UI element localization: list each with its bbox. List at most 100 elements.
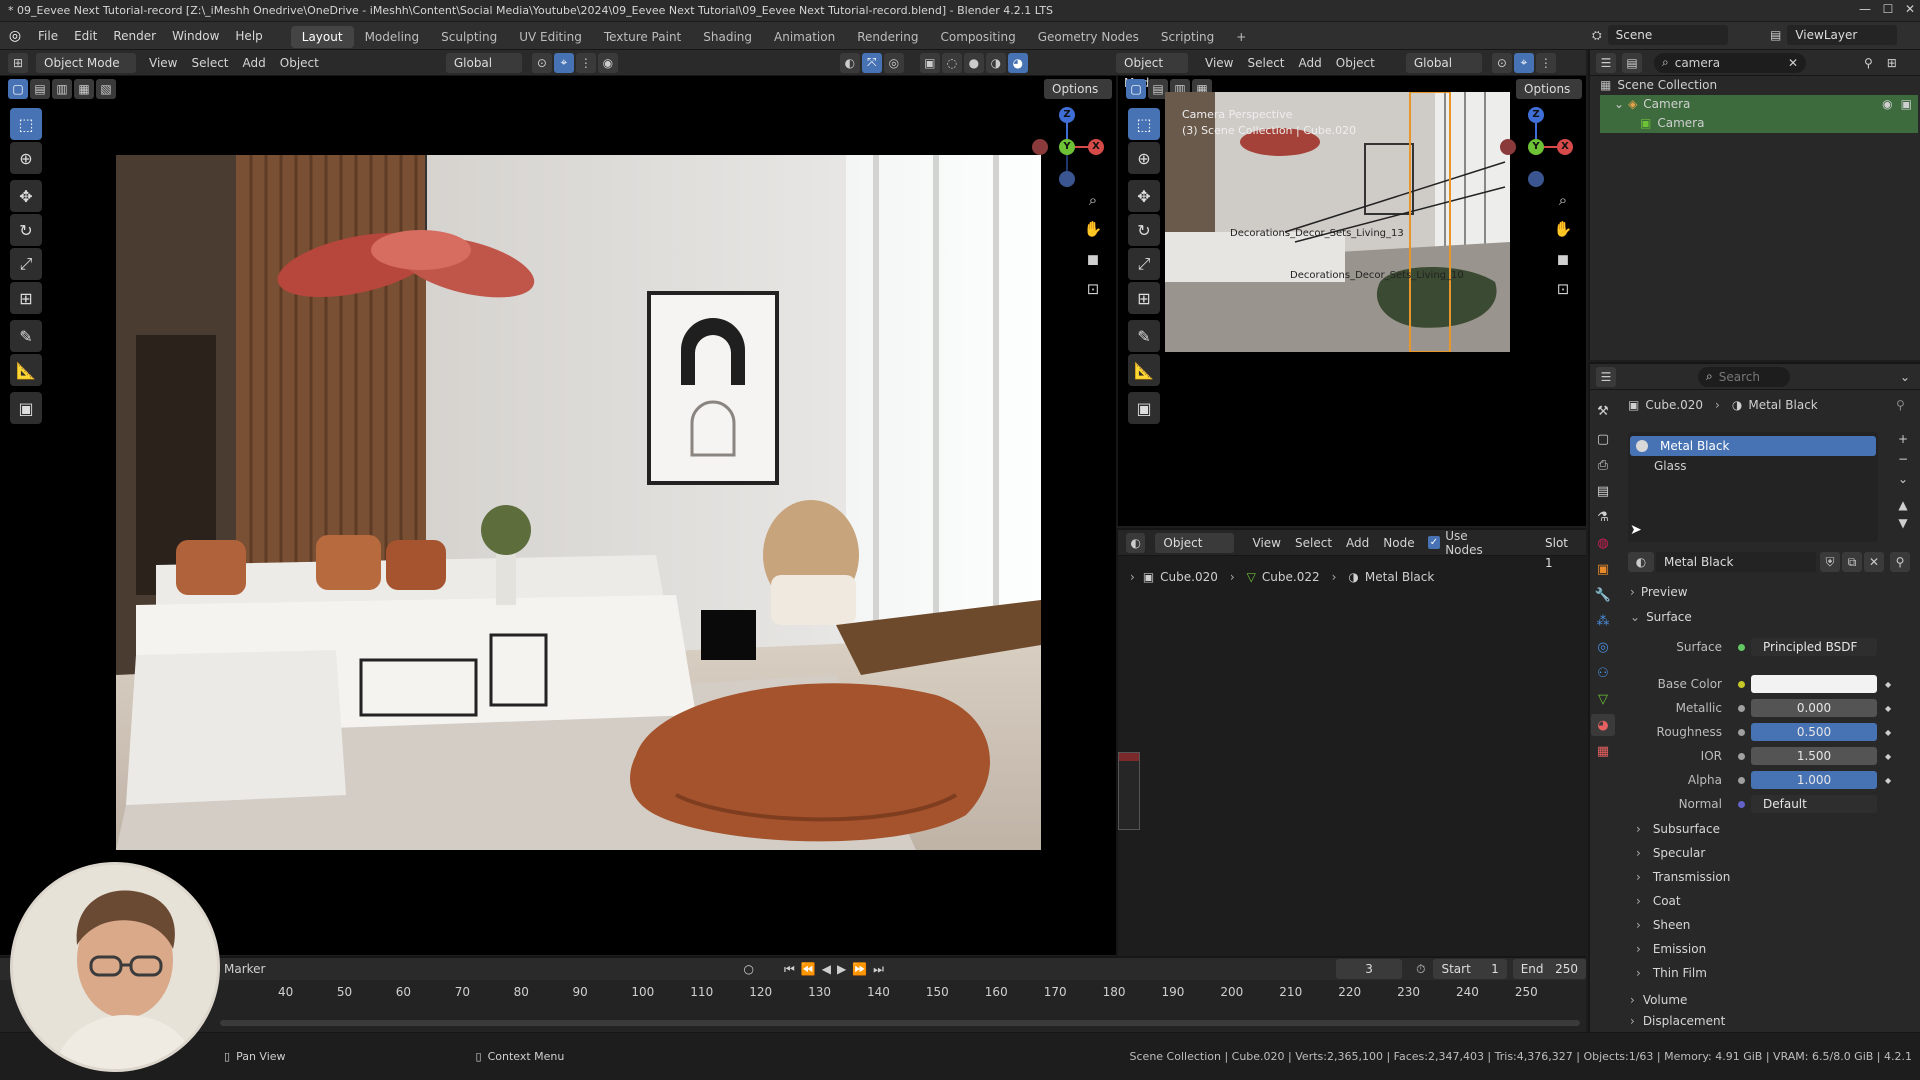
link-type-icon[interactable]: ⚲	[1890, 552, 1910, 572]
filter-icon[interactable]: ⚲	[1864, 56, 1873, 70]
breadcrumb-material[interactable]: Metal Black	[1365, 570, 1434, 584]
ior-keyframe-icon[interactable]: ◆	[1885, 752, 1891, 761]
scale-tool-icon[interactable]: ⤢	[10, 248, 42, 280]
tab-geometry-nodes[interactable]: Geometry Nodes	[1027, 26, 1150, 48]
jump-keyframe-forward-icon[interactable]: ⏩	[852, 962, 867, 976]
unlink-material-icon[interactable]: ✕	[1864, 552, 1884, 572]
scene-selector[interactable]: ⛭ Scene	[1592, 25, 1728, 45]
right-gizmo-z-axis[interactable]: Z	[1528, 107, 1544, 123]
breadcrumb-mesh[interactable]: Cube.022	[1262, 570, 1320, 584]
right-menu-select[interactable]: Select	[1240, 53, 1291, 73]
node-menu-view[interactable]: View	[1246, 533, 1288, 553]
right-annotate-tool-icon[interactable]: ✎	[1128, 320, 1160, 352]
menu-edit[interactable]: Edit	[66, 22, 105, 50]
shading-solid-icon[interactable]: ●	[963, 52, 984, 73]
autokey-icon[interactable]: ○	[743, 962, 753, 976]
roughness-keyframe-icon[interactable]: ◆	[1885, 728, 1891, 737]
right-select-new-icon[interactable]: ▢	[1126, 79, 1146, 99]
right-lock-icon[interactable]: ⊡	[1552, 278, 1574, 300]
jump-start-icon[interactable]: ⏮	[784, 962, 795, 977]
menu-file[interactable]: File	[30, 22, 66, 50]
surface-shader-field[interactable]: Principled BSDF	[1751, 638, 1877, 656]
select-extend-icon[interactable]: ▤	[30, 79, 50, 99]
collapse-icon[interactable]: ›	[1130, 570, 1135, 584]
right-zoom-icon[interactable]: ⌕	[1552, 189, 1574, 211]
physics-tab-icon[interactable]: ◎	[1591, 636, 1615, 658]
timeline-ruler[interactable]: 40 50 60 70 80 90 100 110 120 130 140 150 160 170 180 1…	[0, 983, 1586, 1003]
gizmo-neg-z[interactable]	[1059, 171, 1075, 187]
right-snap-icon[interactable]: ⌖	[1513, 52, 1534, 73]
duplicate-material-icon[interactable]: ⧉	[1842, 552, 1862, 572]
timeline-scrollbar[interactable]	[220, 1020, 1580, 1026]
right-menu-add[interactable]: Add	[1292, 53, 1329, 73]
outliner-row-camera-data[interactable]: ▣ Camera	[1600, 114, 1918, 133]
gizmo-z-axis[interactable]: Z	[1059, 107, 1075, 123]
end-frame-field[interactable]: End 250	[1512, 959, 1586, 979]
play-reverse-icon[interactable]: ◀	[822, 962, 831, 976]
properties-options-icon[interactable]: ⌄	[1900, 370, 1910, 384]
right-gizmo-neg-x[interactable]	[1500, 139, 1516, 155]
select-box-tool-icon[interactable]: ⬚	[10, 108, 42, 140]
shading-material-icon[interactable]: ◑	[985, 52, 1006, 73]
node-menu-select[interactable]: Select	[1288, 533, 1339, 553]
snap-icon[interactable]: ⌖	[553, 52, 574, 73]
subpanel-thin-film[interactable]: › Thin Film	[1636, 961, 1730, 985]
scene-name[interactable]: Scene	[1607, 25, 1728, 45]
left-options-dropdown[interactable]: Options	[1044, 79, 1112, 99]
material-name-field[interactable]: Metal Black	[1656, 552, 1816, 572]
right-gizmo-neg-z[interactable]	[1528, 171, 1544, 187]
world-tab-icon[interactable]: ◍	[1591, 532, 1615, 554]
properties-editor-icon[interactable]: ☰	[1596, 366, 1616, 387]
right-menu-object[interactable]: Object	[1329, 53, 1382, 73]
node-menu-node[interactable]: Node	[1376, 533, 1421, 553]
measure-tool-icon[interactable]: 📐	[10, 354, 42, 386]
editor-type-icon[interactable]: ⊞	[8, 52, 28, 73]
outliner-search[interactable]: ⌕ camera ✕	[1654, 52, 1806, 73]
subpanel-sheen[interactable]: › Sheen	[1636, 913, 1730, 937]
modifier-tab-icon[interactable]: 🔧	[1591, 584, 1615, 606]
tab-compositing[interactable]: Compositing	[929, 26, 1026, 48]
move-tool-icon[interactable]: ✥	[10, 180, 42, 212]
base-color-swatch[interactable]	[1751, 675, 1877, 693]
scene-tab-icon[interactable]: ⚗	[1591, 506, 1615, 528]
add-slot-icon[interactable]: +	[1894, 432, 1912, 452]
right-add-cube-tool-icon[interactable]: ▣	[1128, 392, 1160, 424]
pan-hand-icon[interactable]: ✋	[1082, 218, 1104, 240]
view-layer-tab-icon[interactable]: ▤	[1591, 480, 1615, 502]
outliner-row-camera-object[interactable]: ⌄ ◈ Camera ◉ ▣	[1600, 95, 1918, 114]
left-navigation-gizmo[interactable]: Z Y X	[1022, 105, 1104, 195]
right-mode-dropdown[interactable]: Object Mode	[1116, 52, 1188, 90]
clear-search-icon[interactable]: ✕	[1788, 56, 1798, 70]
timeline-marker-menu[interactable]: Marker	[224, 962, 265, 976]
subpanel-specular[interactable]: › Specular	[1636, 841, 1730, 865]
zoom-icon[interactable]: ⌕	[1082, 189, 1104, 211]
expand-icon[interactable]: ⌄	[1614, 95, 1624, 114]
base-color-keyframe-icon[interactable]: ◆	[1885, 680, 1891, 689]
right-scale-tool-icon[interactable]: ⤢	[1128, 248, 1160, 280]
gizmo-x-axis[interactable]: X	[1088, 139, 1104, 155]
outliner-editor-icon[interactable]: ☰	[1596, 52, 1616, 73]
slot-specials-icon[interactable]: ⌄	[1894, 472, 1912, 498]
right-transform-tool-icon[interactable]: ⊞	[1128, 282, 1160, 314]
tab-uv-editing[interactable]: UV Editing	[508, 26, 593, 48]
remove-slot-icon[interactable]: −	[1894, 452, 1912, 472]
gizmo-neg-x[interactable]	[1032, 139, 1048, 155]
tab-shading[interactable]: Shading	[692, 26, 763, 48]
texture-tab-icon[interactable]: ▦	[1591, 740, 1615, 762]
shader-editor[interactable]	[1116, 528, 1586, 956]
object-tab-icon[interactable]: ▣	[1591, 558, 1615, 580]
menu-render[interactable]: Render	[105, 22, 164, 50]
subpanel-emission[interactable]: › Emission	[1636, 937, 1730, 961]
metallic-keyframe-icon[interactable]: ◆	[1885, 704, 1891, 713]
select-subtract-icon[interactable]: ▥	[52, 79, 72, 99]
jump-end-icon[interactable]: ⏭	[873, 962, 884, 977]
add-workspace-icon[interactable]: +	[1225, 26, 1257, 48]
left-menu-object[interactable]: Object	[273, 53, 326, 73]
lock-icon[interactable]: ⊡	[1082, 278, 1104, 300]
subpanel-coat[interactable]: › Coat	[1636, 889, 1730, 913]
right-transform-orientation[interactable]: Global	[1405, 52, 1482, 73]
move-down-icon[interactable]: ▼	[1894, 516, 1912, 534]
left-mode-dropdown[interactable]: Object Mode	[36, 52, 136, 73]
right-pivot-icon[interactable]: ⊙	[1491, 52, 1512, 73]
constraints-tab-icon[interactable]: ⚇	[1591, 662, 1615, 684]
